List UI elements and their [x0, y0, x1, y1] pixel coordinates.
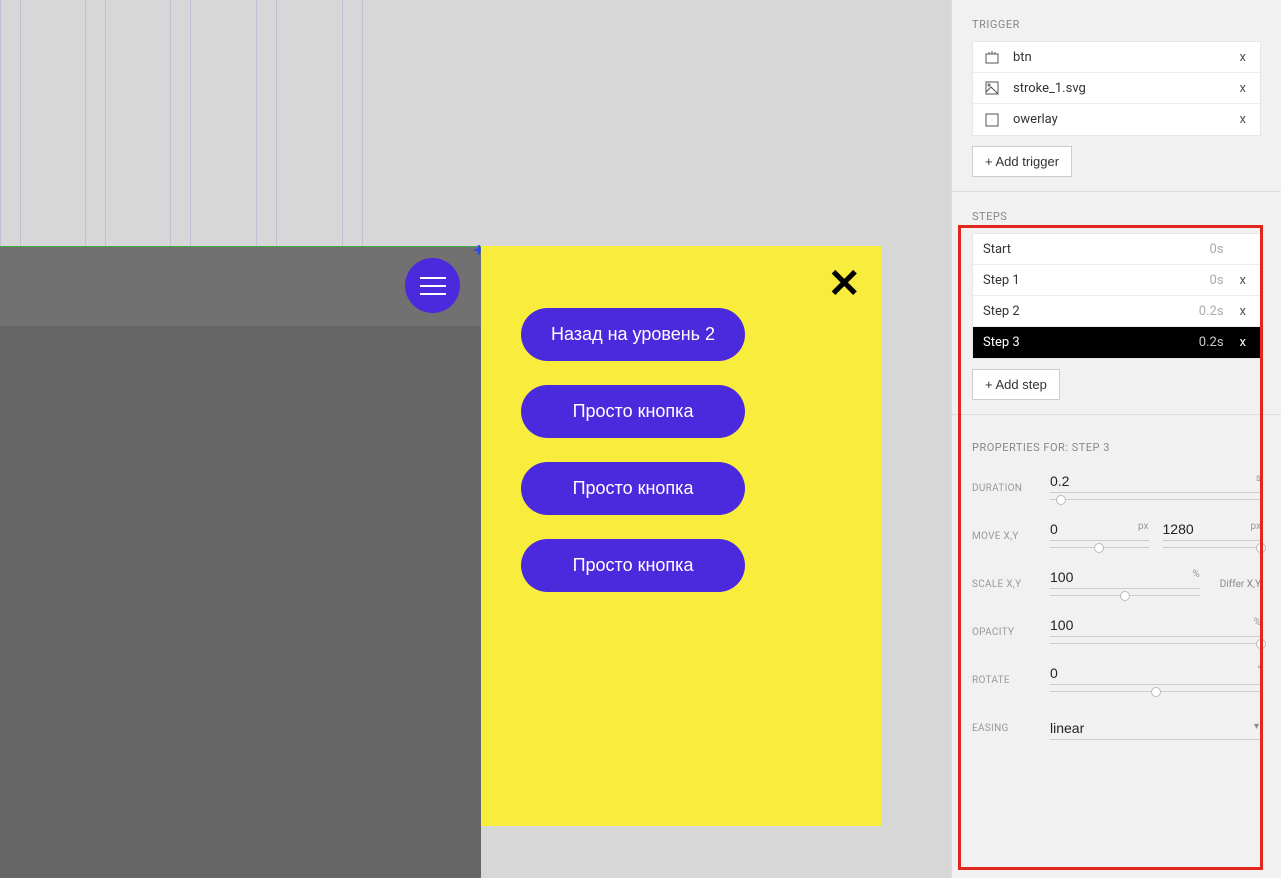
- prop-rotate: ROTATE °: [972, 656, 1261, 704]
- duration-slider[interactable]: [1050, 495, 1261, 505]
- prop-duration: DURATION s: [972, 464, 1261, 512]
- move-x-slider[interactable]: [1050, 543, 1149, 553]
- step-row[interactable]: Step 10s x: [973, 265, 1260, 296]
- opacity-label: OPACITY: [972, 627, 1050, 638]
- scale-slider[interactable]: [1050, 591, 1200, 601]
- scale-input[interactable]: [1050, 567, 1200, 589]
- step-duration: 0.2s: [1199, 335, 1224, 350]
- trigger-name: owerlay: [1013, 112, 1236, 127]
- scale-unit: %: [1192, 569, 1199, 580]
- step-duration: 0.2s: [1199, 304, 1224, 319]
- scale-label: SCALE X,Y: [972, 579, 1050, 590]
- trigger-section: TRIGGER btnxstroke_1.svgxowerlayx + Add …: [952, 0, 1281, 192]
- remove-trigger-icon[interactable]: x: [1236, 81, 1250, 96]
- prop-scale: SCALE X,Y % Differ X,Y: [972, 560, 1261, 608]
- step-name: Step 3: [983, 335, 1199, 350]
- menu-button-1[interactable]: Просто кнопка: [521, 385, 745, 438]
- trigger-type-icon: [983, 79, 1001, 97]
- remove-step-icon[interactable]: x: [1236, 273, 1250, 288]
- menu-panel: ✕ Назад на уровень 2 Просто кнопка Прост…: [481, 246, 881, 826]
- step-name: Step 2: [983, 304, 1199, 319]
- add-step-button[interactable]: + Add step: [972, 369, 1060, 400]
- trigger-list: btnxstroke_1.svgxowerlayx: [972, 41, 1261, 136]
- hamburger-button[interactable]: [405, 258, 460, 313]
- rotate-unit: °: [1257, 665, 1261, 676]
- remove-step-icon[interactable]: x: [1236, 304, 1250, 319]
- step-duration: 0s: [1210, 273, 1224, 288]
- move-y-unit: px: [1250, 521, 1261, 532]
- steps-title: STEPS: [972, 210, 1261, 223]
- duration-label: DURATION: [972, 483, 1050, 494]
- trigger-row[interactable]: stroke_1.svgx: [973, 73, 1260, 104]
- step-name: Step 1: [983, 273, 1210, 288]
- trigger-name: stroke_1.svg: [1013, 81, 1236, 96]
- remove-trigger-icon[interactable]: x: [1236, 112, 1250, 127]
- canvas-area[interactable]: + ✕ Назад на уровень 2 Просто кнопка Про…: [0, 0, 951, 878]
- move-y-slider[interactable]: [1163, 543, 1262, 553]
- move-y-input[interactable]: [1163, 519, 1262, 541]
- prop-opacity: OPACITY %: [972, 608, 1261, 656]
- easing-select[interactable]: linear: [1050, 717, 1261, 739]
- properties-title: PROPERTIES FOR: STEP 3: [972, 441, 1261, 454]
- trigger-row[interactable]: btnx: [973, 42, 1260, 73]
- step-row[interactable]: Start0sx: [973, 234, 1260, 265]
- opacity-input[interactable]: [1050, 615, 1261, 637]
- opacity-slider[interactable]: [1050, 639, 1261, 649]
- move-label: MOVE X,Y: [972, 531, 1050, 542]
- step-duration: 0s: [1210, 242, 1224, 257]
- easing-label: EASING: [972, 723, 1050, 734]
- trigger-type-icon: [983, 111, 1001, 129]
- rotate-input[interactable]: [1050, 663, 1261, 685]
- steps-list: Start0sxStep 10sxStep 20.2sxStep 30.2sx: [972, 233, 1261, 359]
- rotate-label: ROTATE: [972, 675, 1050, 686]
- opacity-unit: %: [1254, 617, 1261, 628]
- properties-section: PROPERTIES FOR: STEP 3 DURATION s MOVE X…: [952, 415, 1281, 770]
- overlay-area: [0, 326, 481, 878]
- step-row[interactable]: Step 30.2s x: [973, 327, 1260, 358]
- trigger-type-icon: [983, 48, 1001, 66]
- duration-input[interactable]: [1050, 471, 1261, 493]
- add-trigger-button[interactable]: + Add trigger: [972, 146, 1072, 177]
- step-name: Start: [983, 242, 1210, 257]
- steps-section: STEPS Start0sxStep 10sxStep 20.2sxStep 3…: [952, 192, 1281, 415]
- trigger-row[interactable]: owerlayx: [973, 104, 1260, 135]
- trigger-name: btn: [1013, 50, 1236, 65]
- menu-button-back[interactable]: Назад на уровень 2: [521, 308, 745, 361]
- prop-easing: EASING linear ▾: [972, 704, 1261, 752]
- move-x-unit: px: [1138, 521, 1149, 532]
- close-icon[interactable]: ✕: [827, 264, 861, 304]
- prop-move: MOVE X,Y px px: [972, 512, 1261, 560]
- duration-unit: s: [1256, 473, 1261, 484]
- rotate-slider[interactable]: [1050, 687, 1261, 697]
- remove-trigger-icon[interactable]: x: [1236, 50, 1250, 65]
- side-panel: TRIGGER btnxstroke_1.svgxowerlayx + Add …: [951, 0, 1281, 878]
- menu-button-stack: Назад на уровень 2 Просто кнопка Просто …: [521, 308, 745, 592]
- trigger-title: TRIGGER: [972, 18, 1261, 31]
- move-x-input[interactable]: [1050, 519, 1149, 541]
- scale-differ-link[interactable]: Differ X,Y: [1220, 579, 1261, 590]
- menu-button-3[interactable]: Просто кнопка: [521, 539, 745, 592]
- step-row[interactable]: Step 20.2s x: [973, 296, 1260, 327]
- menu-button-2[interactable]: Просто кнопка: [521, 462, 745, 515]
- remove-step-icon[interactable]: x: [1236, 335, 1250, 350]
